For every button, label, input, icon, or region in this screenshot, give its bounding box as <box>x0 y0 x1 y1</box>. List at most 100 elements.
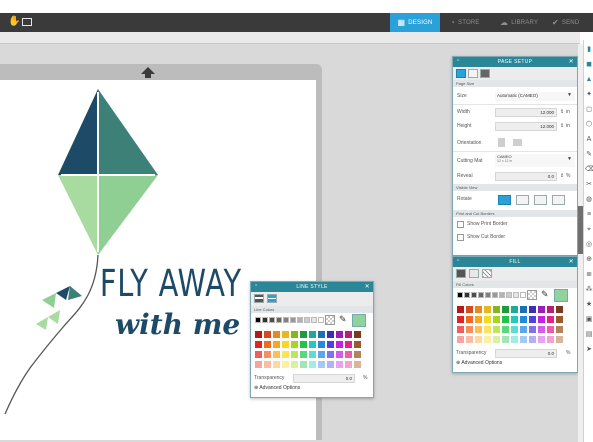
eyedropper-icon[interactable]: ✎ <box>541 289 549 300</box>
fill-color-swatch[interactable] <box>513 292 519 298</box>
portrait-icon[interactable] <box>498 138 505 147</box>
size-select[interactable]: Automatic (CAMEO) ▼ <box>495 92 575 101</box>
line-color-swatch[interactable] <box>336 341 343 348</box>
select-icon[interactable]: ▮ <box>585 46 593 53</box>
line-color-swatch[interactable] <box>318 351 325 358</box>
tab-library[interactable]: ☁ LIBRARY <box>500 13 548 32</box>
fill-color-swatch[interactable] <box>457 292 463 298</box>
trace-icon[interactable]: ⌖ <box>585 226 593 233</box>
fill-color-swatch[interactable] <box>556 326 563 333</box>
fill-color-swatch[interactable] <box>492 292 498 298</box>
line-color-swatch[interactable] <box>354 341 361 348</box>
fill-color-swatch[interactable] <box>499 292 505 298</box>
fill-color-swatch[interactable] <box>466 306 473 313</box>
fill-color-swatch[interactable] <box>466 316 473 323</box>
cutting-mat-select[interactable]: CAMEO 12 x 12 in ▼ <box>495 154 575 167</box>
reveal-slider-field[interactable]: 0.0 <box>495 172 557 181</box>
replicate-icon[interactable]: ⁂ <box>585 286 593 293</box>
line-color-swatch[interactable] <box>273 351 280 358</box>
star-icon[interactable]: ★ <box>585 301 593 308</box>
close-icon[interactable]: ✕ <box>365 282 370 292</box>
layers-icon[interactable]: ≡ <box>585 211 593 218</box>
line-color-swatch[interactable] <box>300 341 307 348</box>
node-icon[interactable]: ◼ <box>585 61 593 68</box>
rotate-180-icon[interactable] <box>534 195 547 205</box>
height-stepper[interactable]: ⇕ <box>560 123 564 130</box>
line-color-swatch[interactable] <box>318 341 325 348</box>
fill-advanced-options-toggle[interactable]: ⊕ Advanced Options <box>456 360 502 367</box>
design-text-with-me[interactable]: with me <box>115 308 240 341</box>
fill-color-swatch[interactable] <box>529 306 536 313</box>
line-color-swatch[interactable] <box>291 361 298 368</box>
send-icon[interactable]: ➤ <box>585 346 593 353</box>
reveal-stepper[interactable]: ⇕ <box>560 173 564 180</box>
fill-color-swatch[interactable] <box>475 306 482 313</box>
fill-color-swatch[interactable] <box>484 316 491 323</box>
fill-color-transparent-swatch[interactable] <box>527 290 537 300</box>
width-stepper[interactable]: ⇕ <box>560 109 564 116</box>
line-color-swatch[interactable] <box>309 361 316 368</box>
knife-icon[interactable]: ✂ <box>585 181 593 188</box>
line-color-swatch[interactable] <box>264 351 271 358</box>
collapse-caret-icon[interactable]: ⌃ <box>254 282 259 292</box>
fill-color-swatch[interactable] <box>556 336 563 343</box>
line-color-swatch[interactable] <box>354 361 361 368</box>
fill-color-swatch[interactable] <box>493 306 500 313</box>
eraser-icon[interactable]: ⌫ <box>585 166 593 173</box>
fill-color-swatch[interactable] <box>520 292 526 298</box>
fill-color-swatch[interactable] <box>457 306 464 313</box>
line-color-swatch[interactable] <box>327 361 334 368</box>
line-color-swatch[interactable] <box>255 341 262 348</box>
fill-color-swatch[interactable] <box>475 326 482 333</box>
fill-color-swatch[interactable] <box>475 316 482 323</box>
fill-color-swatch[interactable] <box>471 292 477 298</box>
line-color-swatch[interactable] <box>264 361 271 368</box>
tab-store[interactable]: ◔ STORE <box>450 13 496 32</box>
fill-color-swatch[interactable] <box>478 292 484 298</box>
draw-icon[interactable]: ✎ <box>585 151 593 158</box>
fill-color-swatch[interactable] <box>484 306 491 313</box>
line-color-swatch[interactable] <box>282 341 289 348</box>
line-color-swatch[interactable] <box>283 317 289 323</box>
line-color-swatch[interactable] <box>336 331 343 338</box>
line-color-swatch[interactable] <box>318 331 325 338</box>
line-color-swatch[interactable] <box>262 317 268 323</box>
line-color-swatch[interactable] <box>309 351 316 358</box>
zoom-icon[interactable]: ✦ <box>585 91 593 98</box>
line-color-swatch[interactable] <box>291 351 298 358</box>
fill-color-swatch[interactable] <box>475 336 482 343</box>
line-color-swatch[interactable] <box>345 351 352 358</box>
design-text-fly-away[interactable]: FLY AWAY <box>100 261 242 304</box>
kite-bottom-left-panel[interactable] <box>58 175 98 255</box>
fill-color-swatch[interactable] <box>547 316 554 323</box>
line-color-swatch[interactable] <box>264 331 271 338</box>
line-color-swatch[interactable] <box>304 317 310 323</box>
fill-color-swatch[interactable] <box>529 326 536 333</box>
fill-color-swatch[interactable] <box>538 306 545 313</box>
line-color-swatch[interactable] <box>290 317 296 323</box>
line-color-swatch[interactable] <box>354 331 361 338</box>
line-color-swatch[interactable] <box>276 317 282 323</box>
fill-color-swatch[interactable] <box>485 292 491 298</box>
fill-color-swatch[interactable] <box>556 316 563 323</box>
line-color-tab-icon[interactable] <box>254 294 264 303</box>
line-color-swatch[interactable] <box>269 317 275 323</box>
fill-color-swatch[interactable] <box>547 336 554 343</box>
fill-color-swatch[interactable] <box>520 306 527 313</box>
line-color-swatch[interactable] <box>255 331 262 338</box>
weld-icon[interactable]: ⊕ <box>585 256 593 263</box>
tab-grid-icon[interactable] <box>468 69 478 78</box>
collapse-caret-icon[interactable]: ⌃ <box>456 57 461 67</box>
fill-color-swatch[interactable] <box>502 306 509 313</box>
offset-icon[interactable]: ◎ <box>585 241 593 248</box>
line-color-swatch[interactable] <box>345 331 352 338</box>
fill-color-swatch[interactable] <box>511 306 518 313</box>
fill-gradient-tab-icon[interactable] <box>469 269 479 278</box>
fill-color-swatch[interactable] <box>466 336 473 343</box>
close-icon[interactable]: ✕ <box>569 257 574 267</box>
fill-color-swatch[interactable] <box>457 316 464 323</box>
line-color-swatch[interactable] <box>282 351 289 358</box>
line-color-swatch[interactable] <box>255 317 261 323</box>
image-icon[interactable]: ▣ <box>585 316 593 323</box>
line-color-swatch[interactable] <box>318 361 325 368</box>
